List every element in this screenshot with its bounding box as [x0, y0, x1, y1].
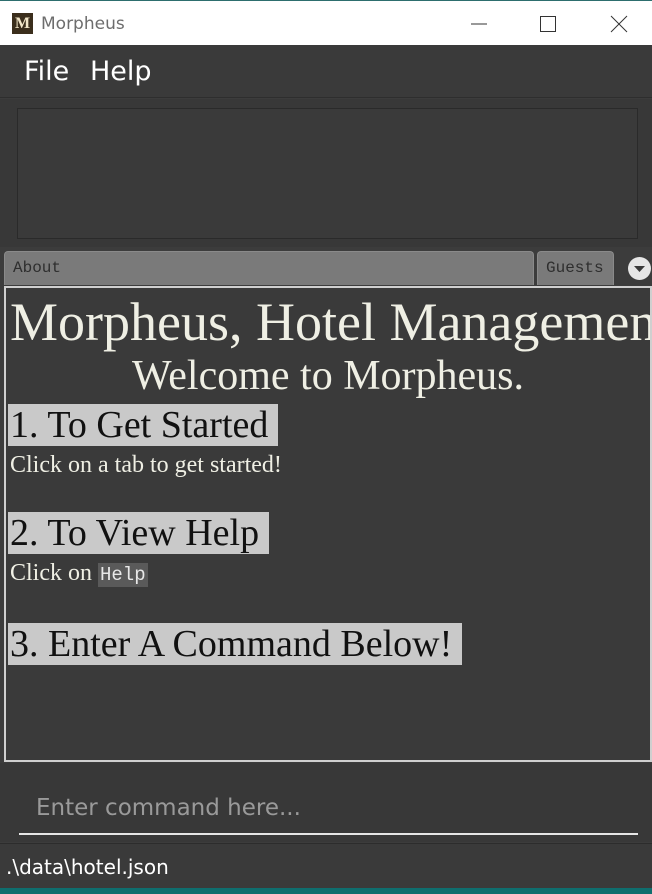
maximize-icon	[540, 16, 556, 32]
menu-bar: File Help	[0, 45, 652, 98]
section-view-help-text: Click on Help	[10, 558, 148, 590]
help-code-label: Help	[98, 563, 148, 587]
save-location: .\data\hotel.json	[6, 855, 169, 879]
title-bar: M Morpheus	[0, 0, 652, 45]
section-view-help-title: 2. To View Help	[8, 512, 270, 554]
result-display-panel	[0, 99, 652, 247]
section-get-started-text: Click on a tab to get started!	[10, 452, 282, 478]
result-display[interactable]	[17, 108, 638, 239]
maximize-button[interactable]	[525, 1, 571, 46]
tab-overflow-button[interactable]	[614, 247, 652, 285]
about-heading: Morpheus, Hotel Management System	[10, 292, 652, 352]
chevron-down-icon	[634, 266, 645, 272]
close-icon	[610, 15, 628, 33]
welcome-text: Welcome to Morpheus.	[131, 353, 525, 399]
window-bottom-edge	[0, 888, 652, 894]
app-logo-icon: M	[12, 13, 33, 34]
command-box	[0, 763, 652, 842]
section-enter-command-title: 3. Enter A Command Below!	[8, 623, 463, 665]
about-panel: Morpheus, Hotel Management System Welcom…	[4, 286, 652, 762]
menu-file[interactable]: File	[24, 55, 69, 89]
close-button[interactable]	[596, 1, 642, 46]
minimize-button[interactable]	[456, 1, 502, 46]
minimize-icon	[471, 23, 487, 25]
menu-help[interactable]: Help	[90, 55, 152, 89]
view-help-prefix: Click on	[10, 560, 92, 586]
tab-guests[interactable]: Guests	[537, 251, 614, 285]
tab-bar: About Guests	[0, 247, 652, 285]
command-input[interactable]	[19, 783, 638, 835]
section-get-started-title: 1. To Get Started	[8, 404, 279, 446]
status-bar: .\data\hotel.json	[0, 843, 652, 888]
tab-overflow-circle	[628, 257, 651, 280]
tab-about[interactable]: About	[4, 251, 534, 285]
window-title: Morpheus	[41, 14, 125, 34]
